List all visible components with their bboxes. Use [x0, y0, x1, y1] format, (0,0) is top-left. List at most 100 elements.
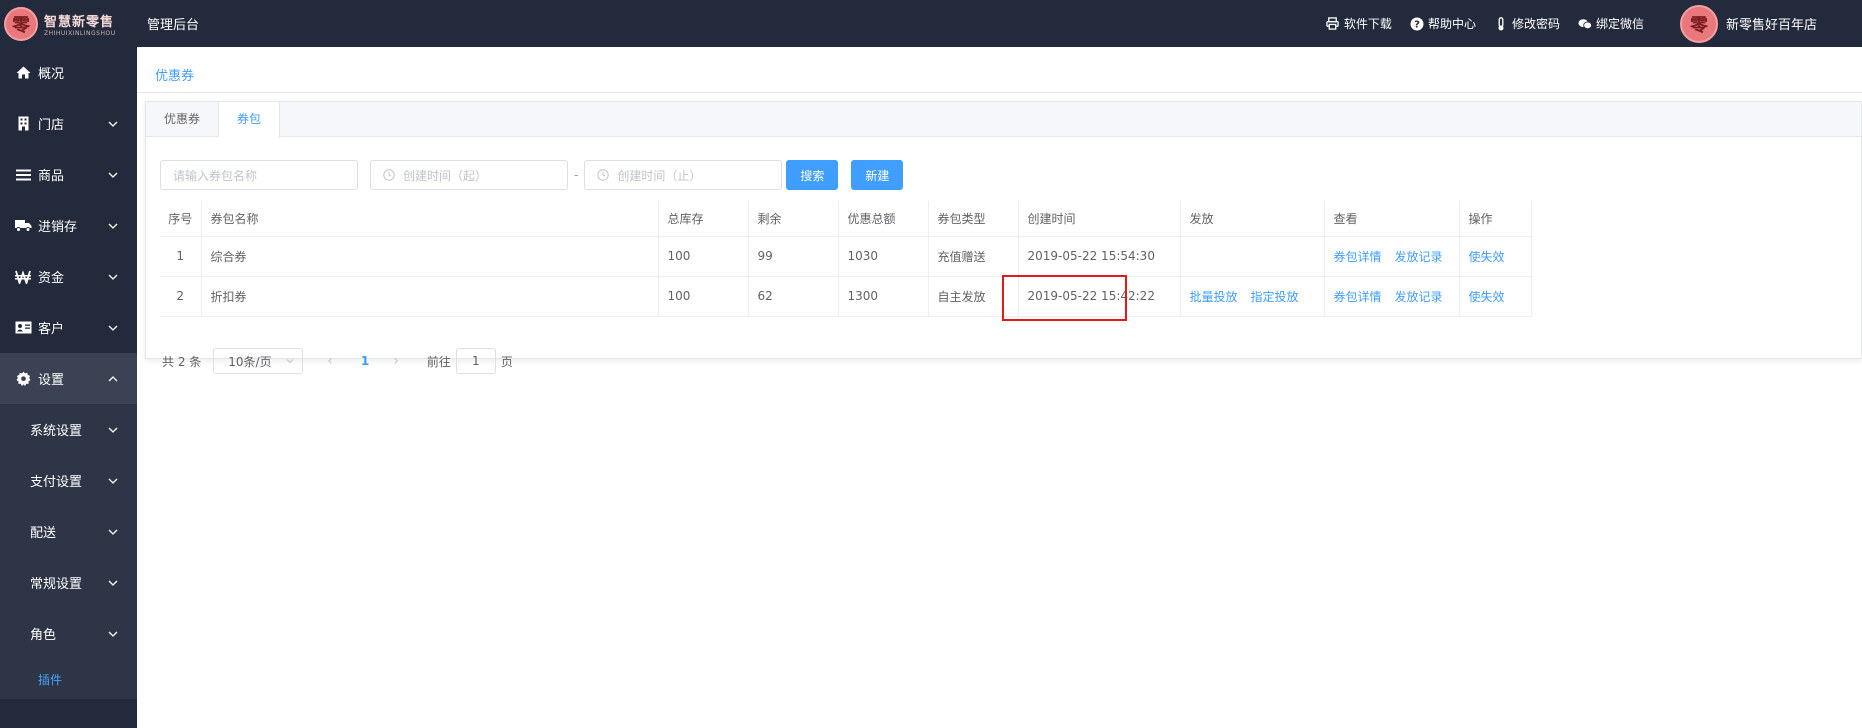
tab-bar: 优惠券 券包 [146, 102, 1861, 138]
start-date-placeholder: 创建时间（起） [403, 168, 488, 183]
chevron-down-icon [108, 172, 118, 178]
end-date-picker[interactable]: 创建时间（止） [584, 160, 783, 190]
total-count: 共 2 条 [162, 354, 202, 369]
pack-name-input[interactable]: 请输入券包名称 [160, 160, 358, 190]
cell-stock: 100 [658, 236, 749, 277]
chevron-down-icon [108, 325, 118, 331]
chevron-down-icon [108, 223, 118, 229]
change-password-link[interactable]: 修改密码 [1494, 15, 1560, 32]
page-size-select[interactable]: 10条/页 [213, 348, 304, 374]
sidebar-item-stores[interactable]: 门店 [0, 98, 137, 149]
targeted-send-link[interactable]: 指定投放 [1251, 290, 1299, 304]
column-header: 发放 [1180, 201, 1325, 237]
filter-bar: 请输入券包名称 创建时间（起） - 创建时间（止） 搜索 新建 [160, 160, 904, 190]
sidebar-subitem-payment-settings[interactable]: 支付设置 [0, 455, 137, 506]
sidebar-subitem-general-settings[interactable]: 常规设置 [0, 557, 137, 608]
sidebar-item-label: 客户 [38, 322, 65, 337]
sidebar-item-customers[interactable]: 客户 [0, 302, 137, 353]
list-icon [14, 167, 32, 183]
chevron-down-icon [108, 121, 118, 127]
sidebar: 概况 门店 商品 进销存 资金 客户 设置 系统设置 支付设置 配送 常规设置 … [0, 47, 137, 728]
column-header: 剩余 [748, 201, 839, 237]
wechat-icon [1578, 17, 1592, 31]
send-record-link[interactable]: 发放记录 [1395, 290, 1443, 304]
send-record-link[interactable]: 发放记录 [1395, 250, 1443, 264]
user-name: 新零售好百年店 [1725, 18, 1817, 33]
top-links: 软件下载 ? 帮助中心 修改密码 绑定微信 零 新零售好百年店 [1308, 0, 1817, 47]
column-header: 查看 [1324, 201, 1460, 237]
truck-icon [14, 218, 32, 234]
column-header: 总库存 [658, 201, 749, 237]
chevron-down-icon [108, 274, 118, 280]
cell-view: 券包详情 发放记录 [1324, 236, 1460, 277]
date-separator: - [574, 168, 579, 182]
avatar: 零 [1679, 4, 1718, 43]
goto-page-input[interactable]: 1 [455, 348, 496, 374]
software-download-link[interactable]: 软件下载 [1326, 15, 1392, 32]
sidebar-subitem-delivery[interactable]: 配送 [0, 506, 137, 557]
cell-pack-name: 综合券 [201, 236, 659, 277]
sidebar-subitem-roles[interactable]: 角色 [0, 608, 137, 659]
batch-send-link[interactable]: 批量投放 [1190, 290, 1238, 304]
sidebar-item-settings[interactable]: 设置 [0, 353, 137, 404]
start-date-picker[interactable]: 创建时间（起） [370, 160, 568, 190]
pack-detail-link[interactable]: 券包详情 [1334, 290, 1382, 304]
invalidate-link[interactable]: 使失效 [1469, 290, 1505, 304]
chevron-down-icon [108, 631, 118, 637]
logo-text-block: 智慧新零售 ZHIHUIXINLINGSHOU [44, 11, 116, 37]
sidebar-subitem-system-settings[interactable]: 系统设置 [0, 404, 137, 455]
help-center-label: 帮助中心 [1427, 17, 1476, 31]
highlight-box [1002, 275, 1127, 321]
column-header: 券包名称 [201, 201, 659, 237]
sidebar-item-products[interactable]: 商品 [0, 149, 137, 200]
column-header: 创建时间 [1018, 201, 1181, 237]
main-content: 优惠券 优惠券 券包 请输入券包名称 创建时间（起） - 创建时间（止） 搜索 … [137, 47, 1862, 728]
column-header: 优惠总额 [838, 201, 929, 237]
sidebar-subitem-label: 角色 [30, 628, 57, 643]
help-center-link[interactable]: ? 帮助中心 [1410, 15, 1476, 32]
user-menu[interactable]: 零 新零售好百年店 [1679, 4, 1817, 43]
column-header: 券包类型 [928, 201, 1019, 237]
sidebar-subitem-label: 系统设置 [30, 424, 83, 439]
software-download-label: 软件下载 [1343, 17, 1392, 31]
prev-page-icon[interactable]: ‹ [327, 353, 333, 369]
coupon-pack-table: 序号 券包名称 总库存 剩余 优惠总额 券包类型 创建时间 发放 查看 操作 1… [160, 201, 1532, 317]
column-header: 序号 [160, 201, 202, 237]
cell-stock: 100 [658, 276, 749, 317]
new-button[interactable]: 新建 [851, 160, 904, 190]
tab-coupon-packs[interactable]: 券包 [219, 102, 281, 138]
sidebar-subitem-label: 配送 [30, 526, 57, 541]
sidebar-item-label: 资金 [38, 271, 65, 286]
next-page-icon[interactable]: › [393, 353, 399, 369]
tab-coupons[interactable]: 优惠券 [146, 102, 220, 137]
printer-icon [1326, 17, 1340, 31]
cell-action: 使失效 [1459, 276, 1532, 317]
current-page[interactable]: 1 [361, 354, 369, 368]
breadcrumb[interactable]: 优惠券 [155, 65, 194, 84]
table-row: 2 折扣券 100 62 1300 自主发放 2019-05-22 15:42:… [160, 276, 1532, 317]
page-suffix: 页 [500, 354, 513, 369]
sidebar-item-label: 进销存 [38, 220, 78, 235]
table-row: 1 综合券 100 99 1030 充值赠送 2019-05-22 15:54:… [160, 236, 1532, 277]
search-button[interactable]: 搜索 [786, 160, 839, 190]
bind-wechat-link[interactable]: 绑定微信 [1578, 15, 1644, 32]
logo[interactable]: 零 智慧新零售 ZHIHUIXINLINGSHOU [0, 0, 137, 47]
table-header: 序号 券包名称 总库存 剩余 优惠总额 券包类型 创建时间 发放 查看 操作 [160, 201, 1532, 237]
cell-send [1180, 236, 1325, 277]
cell-remain: 62 [748, 276, 839, 317]
sidebar-item-inventory[interactable]: 进销存 [0, 200, 137, 251]
pack-detail-link[interactable]: 券包详情 [1334, 250, 1382, 264]
cell-pack-name: 折扣券 [201, 276, 659, 317]
sidebar-subitem-label: 支付设置 [30, 475, 83, 490]
sidebar-item-funds[interactable]: 资金 [0, 251, 137, 302]
id-card-icon [14, 320, 32, 336]
invalidate-link[interactable]: 使失效 [1469, 250, 1505, 264]
settings-submenu: 系统设置 支付设置 配送 常规设置 角色 插件 [0, 404, 137, 699]
clock-icon [597, 169, 610, 181]
logo-text: 智慧新零售 [44, 14, 115, 30]
cell-total: 1030 [838, 236, 929, 277]
sidebar-item-overview[interactable]: 概况 [0, 47, 137, 98]
goto-label: 前往 [426, 354, 451, 369]
sidebar-subitem-plugins[interactable]: 插件 [0, 659, 137, 699]
logo-mark-icon: 零 [4, 6, 38, 41]
